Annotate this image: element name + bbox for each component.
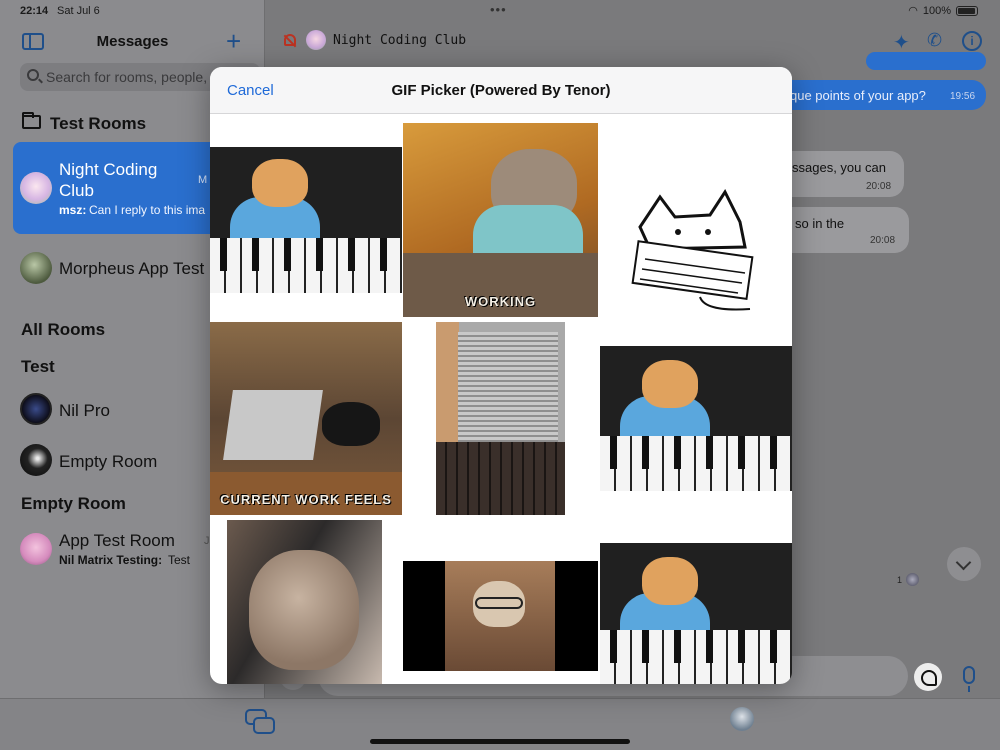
gif-caption: WORKING <box>464 294 537 309</box>
room-name-line1: Night Coding <box>59 160 158 179</box>
cat-head <box>322 402 380 446</box>
message-time: 20:08 <box>870 235 896 246</box>
room-sender: msz: <box>59 203 87 217</box>
message-time: 19:56 <box>950 91 976 102</box>
gif-picker-modal: Cancel GIF Picker (Powered By Tenor) WOR… <box>210 67 792 684</box>
info-icon[interactable]: i <box>962 31 982 51</box>
all-rooms-heading[interactable]: All Rooms <box>21 320 105 340</box>
message-text: so in the <box>795 216 845 231</box>
keyboard-keys <box>600 435 792 491</box>
gif-closeup-laptop-cat[interactable] <box>436 322 565 515</box>
room-avatar <box>20 252 52 284</box>
laptop-screen <box>458 332 558 442</box>
microphone-icon[interactable] <box>963 666 975 692</box>
room-sender: Nil Matrix Testing: <box>59 553 163 567</box>
message-time: 20:08 <box>866 181 892 192</box>
message-text: ssages, you can <box>792 160 886 175</box>
status-right: ◠ 100% <box>908 4 978 17</box>
room-avatar <box>20 444 52 476</box>
status-date: Sat Jul 6 <box>57 5 100 17</box>
glasses-icon <box>475 597 523 609</box>
gif-laptop-cat[interactable]: CURRENT WORK FEELS <box>210 322 402 515</box>
battery-icon <box>956 5 978 16</box>
room-name-line2: Club <box>59 181 94 200</box>
gif-working-cat[interactable]: WORKING <box>403 123 598 317</box>
scroll-to-bottom-button[interactable] <box>947 547 981 581</box>
gif-keyboard-cat[interactable] <box>210 147 402 293</box>
room-name: App Test Room <box>59 531 175 550</box>
empty-room-section-heading[interactable]: Empty Room <box>21 494 126 514</box>
message-bubble[interactable] <box>866 52 986 70</box>
wifi-icon: ◠ <box>908 5 918 17</box>
cat-head <box>642 557 698 605</box>
chat-title[interactable]: Night Coding Club <box>333 33 466 48</box>
room-time: J <box>204 535 210 547</box>
new-room-plus-icon[interactable]: + <box>226 26 241 57</box>
read-receipt-avatar <box>906 573 919 586</box>
gif-keyboard-cat[interactable] <box>600 346 792 491</box>
room-preview: Can I reply to this ima <box>89 203 206 217</box>
room-name: Empty Room <box>59 452 158 471</box>
tab-bar <box>0 698 1000 750</box>
rooms-tab-icon[interactable] <box>245 709 275 734</box>
gif-bongo-cat[interactable] <box>620 177 766 317</box>
status-time: 22:14 <box>20 5 49 17</box>
gif-glasses-cat[interactable] <box>403 561 598 671</box>
modal-title: GIF Picker (Powered By Tenor) <box>391 82 611 99</box>
gif-keyboard-cat[interactable] <box>600 543 792 684</box>
room-avatar <box>20 393 52 425</box>
room-name: Nil Pro <box>59 401 111 420</box>
multitask-dots-icon[interactable]: ••• <box>490 2 507 17</box>
battery-percent: 100% <box>922 4 951 17</box>
room-name: Morpheus App Test <box>59 259 205 278</box>
folder-icon <box>22 112 41 129</box>
keyboard-keys <box>600 630 792 684</box>
gif-caption: CURRENT WORK FEELS <box>220 492 392 507</box>
phone-icon[interactable]: ✆ <box>927 30 942 51</box>
read-receipt-count: 1 <box>897 575 903 585</box>
status-bar: 22:14 Sat Jul 6 ••• ◠ 100% <box>0 0 1000 22</box>
bongo-cat-drawing <box>631 188 754 311</box>
cat-head <box>642 360 698 408</box>
muted-bell-icon[interactable] <box>284 34 296 46</box>
message-text: que points of your app? <box>790 88 926 103</box>
folder-label[interactable]: Test Rooms <box>50 114 146 134</box>
sidebar-header: Messages + <box>0 26 265 56</box>
laptop-screen <box>223 390 323 460</box>
cat-body <box>249 550 359 670</box>
room-avatar <box>20 533 52 565</box>
sticker-icon[interactable] <box>914 663 942 691</box>
room-preview: Test <box>168 553 191 567</box>
room-avatar <box>20 172 52 204</box>
gif-sleepy-cat[interactable] <box>227 520 382 684</box>
test-section-heading[interactable]: Test <box>21 357 55 377</box>
profile-tab-avatar[interactable] <box>730 707 754 731</box>
room-time: M <box>198 174 208 186</box>
room-header-avatar[interactable] <box>306 30 326 50</box>
search-icon <box>27 69 39 81</box>
keyboard-keys <box>436 442 565 515</box>
cat-head <box>252 159 308 207</box>
home-indicator[interactable] <box>370 739 630 744</box>
modal-header: Cancel GIF Picker (Powered By Tenor) <box>210 67 792 114</box>
keyboard-keys <box>210 237 402 293</box>
